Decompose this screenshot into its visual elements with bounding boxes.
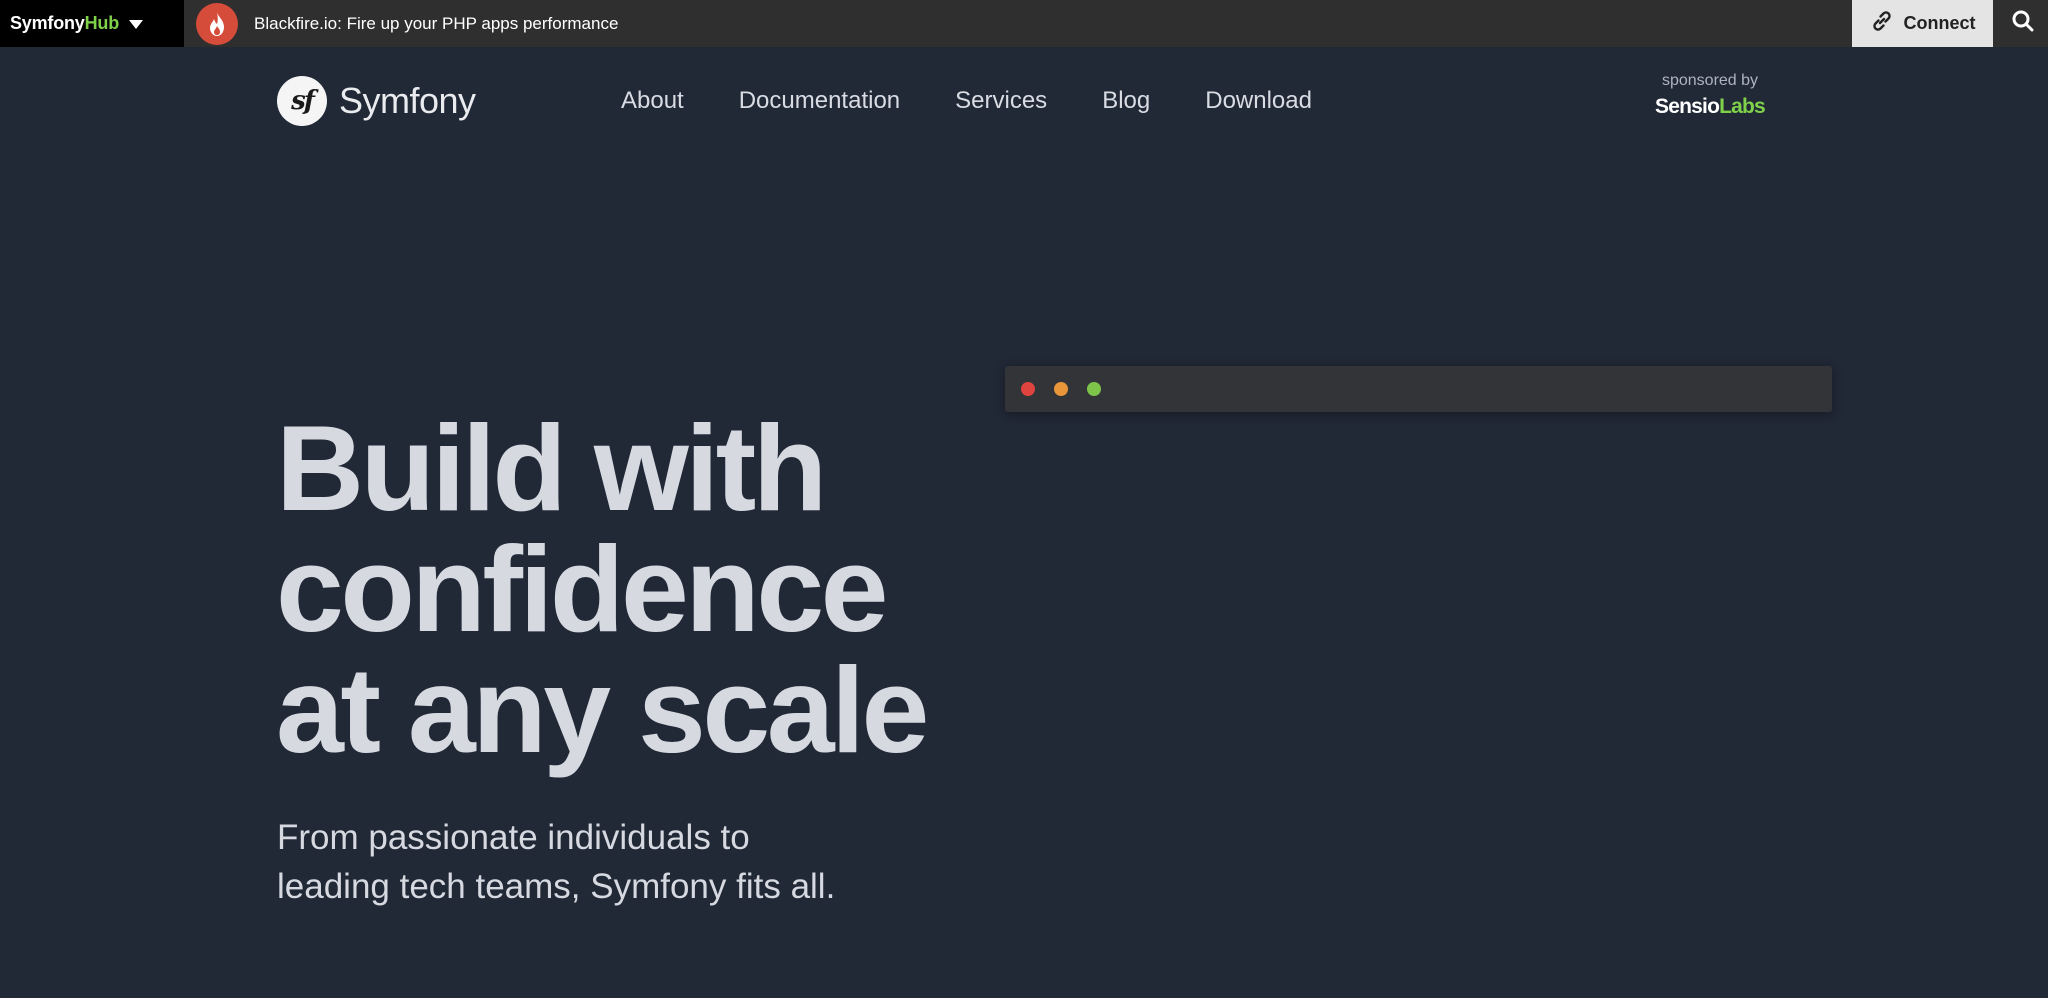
- symfony-logo-link[interactable]: sf Symfony: [277, 75, 476, 127]
- sponsor-label: sponsored by: [1661, 72, 1759, 89]
- caret-down-icon: [129, 20, 144, 29]
- nav-download[interactable]: Download: [1205, 82, 1312, 120]
- nav-services[interactable]: Services: [955, 82, 1047, 120]
- connect-label: Connect: [1903, 13, 1976, 33]
- nav-about[interactable]: About: [621, 82, 684, 120]
- hero-title-line: confidence: [276, 521, 889, 657]
- hero-subtitle: From passionate individuals to leading t…: [277, 813, 897, 911]
- main-nav: About Documentation Services Blog Downlo…: [621, 82, 1367, 120]
- maximize-dot-icon: [1087, 382, 1101, 396]
- close-dot-icon: [1021, 382, 1035, 396]
- symfony-hub-bar: SymfonyHub Blackfire.io: Fire up your PH…: [0, 0, 2048, 47]
- hero-subtitle-line: leading tech teams, Symfony fits all.: [277, 867, 836, 906]
- hero-title-line: at any scale: [276, 642, 929, 778]
- blackfire-promo-link[interactable]: Blackfire.io: Fire up your PHP apps perf…: [196, 0, 618, 47]
- hero-title-line: Build with: [276, 400, 827, 536]
- flame-icon: [196, 2, 238, 45]
- logo-text: Symfony: [339, 80, 476, 121]
- search-icon: [2011, 9, 2035, 38]
- hero-title: Build with confidence at any scale: [276, 400, 976, 778]
- symfony-logo-icon: sf: [277, 76, 327, 126]
- link-icon: [1870, 9, 1894, 38]
- search-button[interactable]: [1998, 0, 2048, 47]
- symfony-hub-menu[interactable]: SymfonyHub: [0, 0, 184, 47]
- hero-subtitle-line: From passionate individuals to: [277, 818, 750, 857]
- sponsor-link[interactable]: sponsored by SensioLabs: [1648, 72, 1772, 119]
- nav-documentation[interactable]: Documentation: [739, 82, 900, 120]
- minimize-dot-icon: [1054, 382, 1068, 396]
- sensiolabs-logo: SensioLabs: [1655, 95, 1766, 118]
- terminal-window: [1005, 366, 1832, 412]
- connect-button[interactable]: Connect: [1852, 0, 1993, 47]
- promo-text: Blackfire.io: Fire up your PHP apps perf…: [254, 13, 619, 33]
- hub-brand-text: SymfonyHub: [10, 13, 120, 33]
- nav-blog[interactable]: Blog: [1102, 82, 1150, 120]
